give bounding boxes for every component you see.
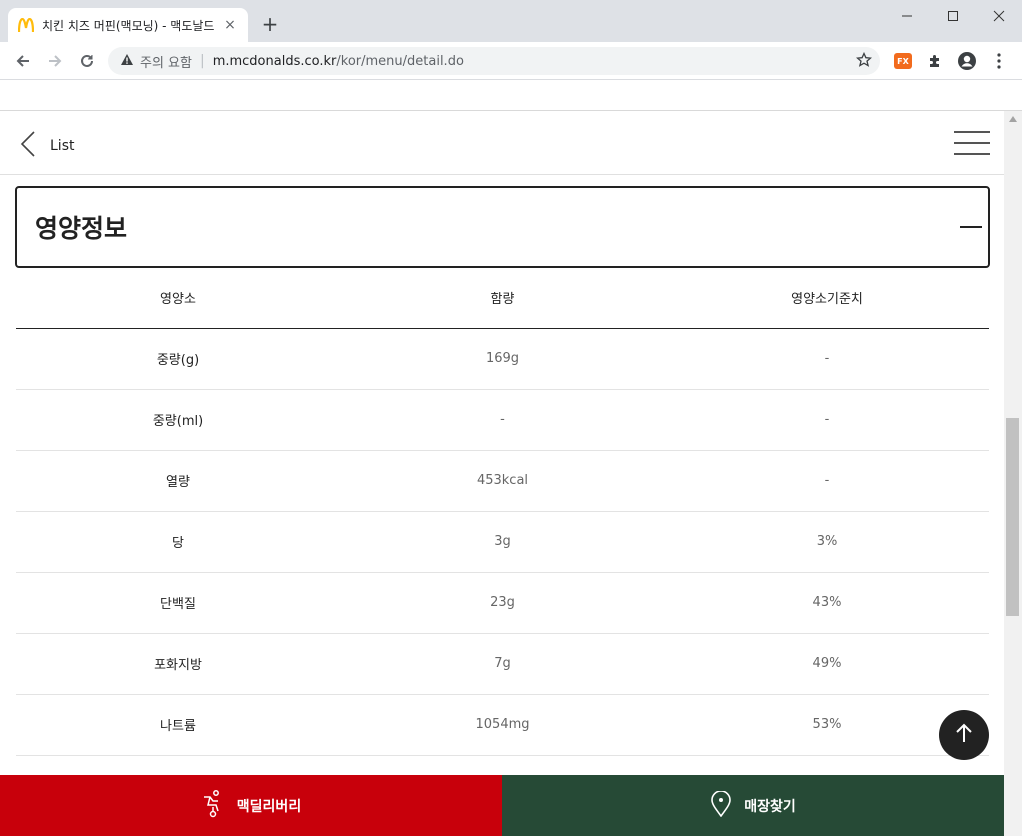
table-header-row: 영양소 함량 영양소기준치 [16, 268, 989, 329]
warning-triangle-icon [120, 53, 134, 70]
puzzle-extensions-icon[interactable] [924, 50, 946, 72]
fx-extension-badge: FX [894, 53, 912, 69]
table-row: 중량(ml) - - [16, 389, 989, 451]
collapse-minus-icon[interactable] [960, 226, 982, 228]
bottom-action-bar: 맥딜리버리 매장찾기 [0, 775, 1004, 836]
browser-tab[interactable]: 치킨 치즈 머핀(맥모닝) - 맥도날드 × [8, 8, 248, 42]
nutrient-daily-value: - [665, 389, 989, 451]
bookmark-star-icon[interactable] [855, 51, 873, 72]
header-daily-value: 영양소기준치 [665, 268, 989, 329]
store-finder-button[interactable]: 매장찾기 [502, 775, 1004, 836]
section-title: 영양정보 [35, 214, 128, 243]
page-header: List [0, 111, 1004, 175]
close-window-icon[interactable] [976, 0, 1022, 32]
nutrient-daily-value: - [665, 328, 989, 390]
nutrient-name: 단백질 [16, 572, 340, 634]
scroll-to-top-button[interactable] [939, 710, 989, 760]
mcdelivery-label: 맥딜리버리 [236, 798, 302, 815]
nutrient-amount: - [340, 389, 665, 451]
nutrient-name: 열량 [16, 450, 340, 512]
address-bar[interactable]: 주의 요함 | m.mcdonalds.co.kr /kor/menu/deta… [108, 47, 880, 75]
store-finder-label: 매장찾기 [744, 798, 796, 815]
back-to-list-button[interactable]: List [20, 131, 74, 161]
nutrient-amount: 169g [340, 328, 665, 390]
nutrient-name: 당 [16, 511, 340, 573]
table-row: 포화지방 7g 49% [16, 633, 989, 695]
nutrient-amount: 3g [340, 511, 665, 573]
tab-close-icon[interactable]: × [222, 17, 238, 33]
table-row: 중량(g) 169g - [16, 328, 989, 390]
chevron-left-icon [20, 131, 36, 161]
nutrition-table: 영양소 함량 영양소기준치 중량(g) 169g - 중량(ml) - - 열량… [16, 268, 989, 756]
table-row: 당 3g 3% [16, 511, 989, 573]
nutrient-amount: 7g [340, 633, 665, 695]
nutrient-name: 중량(ml) [16, 389, 340, 451]
scrollbar-thumb[interactable] [1006, 418, 1019, 616]
nutrient-daily-value: - [665, 450, 989, 512]
nutrient-daily-value: 49% [665, 633, 989, 695]
reload-icon[interactable] [74, 48, 100, 74]
table-row: 단백질 23g 43% [16, 572, 989, 634]
nutrient-amount: 1054mg [340, 694, 665, 756]
back-label: List [50, 138, 75, 154]
nutrient-name: 중량(g) [16, 328, 340, 390]
header-nutrient: 영양소 [16, 268, 340, 329]
security-warning-text: 주의 요함 [140, 55, 192, 71]
back-arrow-icon[interactable] [10, 48, 36, 74]
mcdonalds-logo-icon [18, 18, 34, 32]
forward-arrow-icon[interactable] [42, 48, 68, 74]
browser-toolbar: 주의 요함 | m.mcdonalds.co.kr /kor/menu/deta… [0, 42, 1022, 80]
minimize-icon[interactable] [884, 0, 930, 32]
arrow-up-icon [955, 723, 973, 747]
nutrient-amount: 23g [340, 572, 665, 634]
hamburger-menu-icon[interactable] [954, 131, 990, 155]
nutrient-amount: 453kcal [340, 450, 665, 512]
tab-title: 치킨 치즈 머핀(맥모닝) - 맥도날드 [42, 18, 215, 33]
url-path: /kor/menu/detail.do [336, 53, 464, 69]
header-amount: 함량 [340, 268, 665, 329]
url-host: m.mcdonalds.co.kr [212, 53, 337, 69]
maximize-icon[interactable] [930, 0, 976, 32]
nutrient-daily-value: 43% [665, 572, 989, 634]
browser-menu-icon[interactable] [988, 50, 1010, 72]
url-separator: | [199, 53, 205, 69]
table-row: 나트륨 1054mg 53% [16, 694, 989, 756]
fx-extension-icon[interactable]: FX [892, 50, 914, 72]
table-row: 열량 453kcal - [16, 450, 989, 512]
browser-tabstrip: 치킨 치즈 머핀(맥모닝) - 맥도날드 × + [0, 0, 1022, 42]
profile-avatar-icon[interactable] [956, 50, 978, 72]
delivery-rider-icon [201, 789, 225, 822]
new-tab-button[interactable]: + [258, 12, 282, 36]
nutrition-section-toggle[interactable]: 영양정보 [15, 186, 990, 268]
nutrient-name: 나트륨 [16, 694, 340, 756]
mcdelivery-button[interactable]: 맥딜리버리 [0, 775, 502, 836]
map-pin-icon [710, 789, 732, 821]
nutrient-daily-value: 3% [665, 511, 989, 573]
scroll-up-arrow-icon[interactable] [1004, 111, 1022, 127]
nutrient-name: 포화지방 [16, 633, 340, 695]
